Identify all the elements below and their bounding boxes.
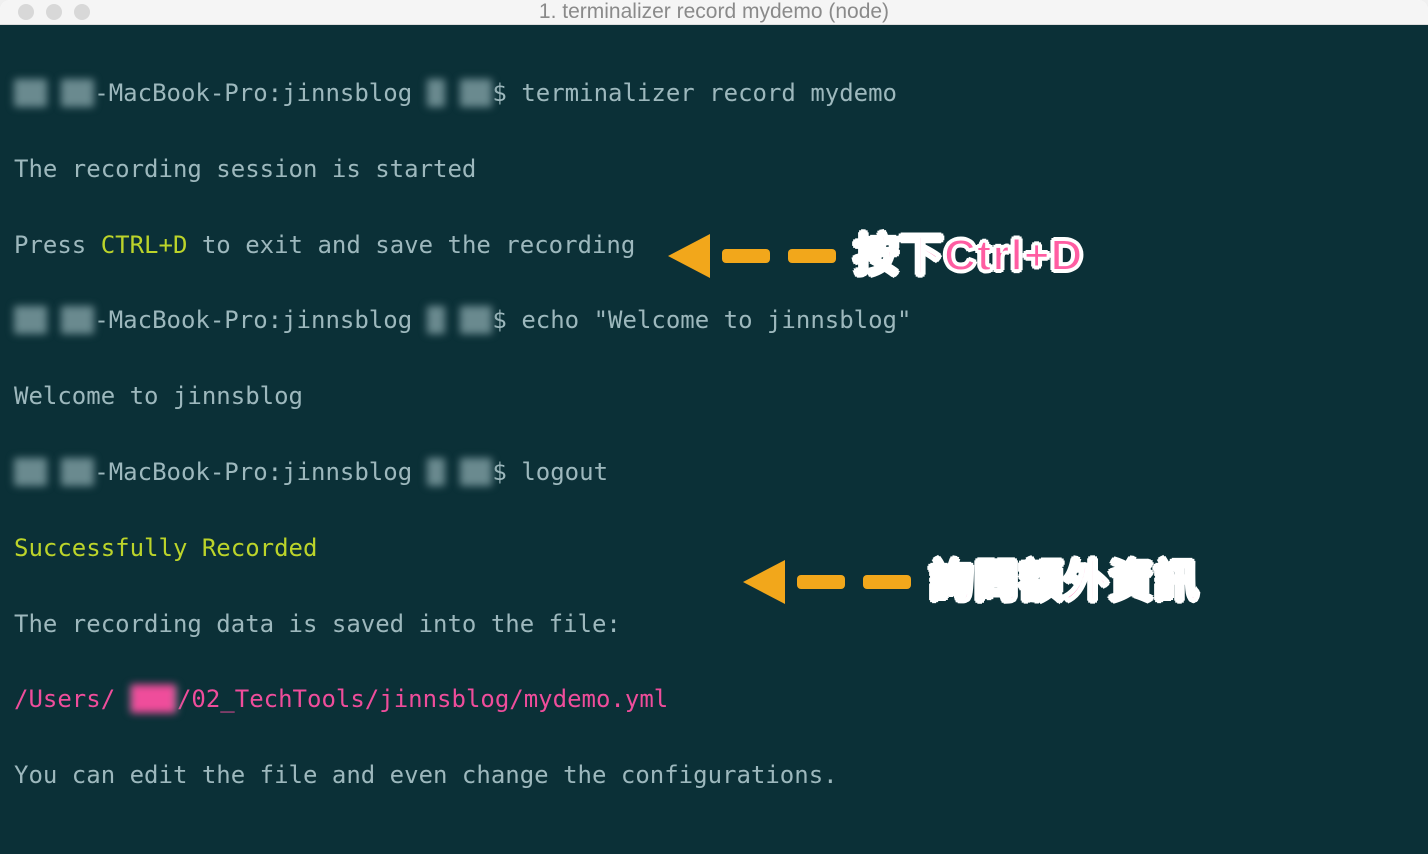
redacted-text: ███ — [130, 685, 177, 713]
titlebar: 1. terminalizer record mydemo (node) — [0, 0, 1428, 25]
close-icon[interactable] — [18, 4, 34, 20]
output-line: Welcome to jinnsblog — [14, 378, 1414, 416]
redacted-text: ██ — [61, 79, 94, 107]
command-text: echo "Welcome to jinnsblog" — [521, 306, 911, 334]
arrow-dash-icon — [863, 575, 911, 589]
output-line: Press CTRL+D to exit and save the record… — [14, 227, 1414, 265]
prompt-line: ██ ██-MacBook-Pro:jinnsblog █ ██$ echo "… — [14, 302, 1414, 340]
output-line: The recording session is started — [14, 151, 1414, 189]
blank-line — [14, 833, 1414, 854]
terminal-window: 1. terminalizer record mydemo (node) ██ … — [0, 0, 1428, 854]
traffic-lights — [18, 4, 90, 20]
maximize-icon[interactable] — [74, 4, 90, 20]
redacted-text: ██ — [14, 458, 47, 486]
prompt-line: ██ ██-MacBook-Pro:jinnsblog █ ██$ logout — [14, 454, 1414, 492]
redacted-text: ██ — [460, 79, 493, 107]
redacted-text: ██ — [61, 306, 94, 334]
terminal-body[interactable]: ██ ██-MacBook-Pro:jinnsblog █ ██$ termin… — [0, 25, 1428, 854]
window-title: 1. terminalizer record mydemo (node) — [16, 0, 1412, 24]
redacted-text: █ — [427, 458, 445, 486]
redacted-text: █ — [427, 79, 445, 107]
redacted-text: █ — [427, 306, 445, 334]
redacted-text: ██ — [14, 79, 47, 107]
output-line: The recording data is saved into the fil… — [14, 606, 1414, 644]
output-line: You can edit the file and even change th… — [14, 757, 1414, 795]
path-line: /Users/ ███/02_TechTools/jinnsblog/mydem… — [14, 681, 1414, 719]
shortcut-text: CTRL+D — [101, 231, 188, 259]
redacted-text: ██ — [460, 306, 493, 334]
arrow-dash-icon — [797, 575, 845, 589]
redacted-text: ██ — [61, 458, 94, 486]
prompt-line: ██ ██-MacBook-Pro:jinnsblog █ ██$ termin… — [14, 75, 1414, 113]
success-line: Successfully Recorded — [14, 530, 1414, 568]
redacted-text: ██ — [14, 306, 47, 334]
minimize-icon[interactable] — [46, 4, 62, 20]
command-text: terminalizer record mydemo — [521, 79, 897, 107]
redacted-text: ██ — [460, 458, 493, 486]
command-text: logout — [521, 458, 608, 486]
